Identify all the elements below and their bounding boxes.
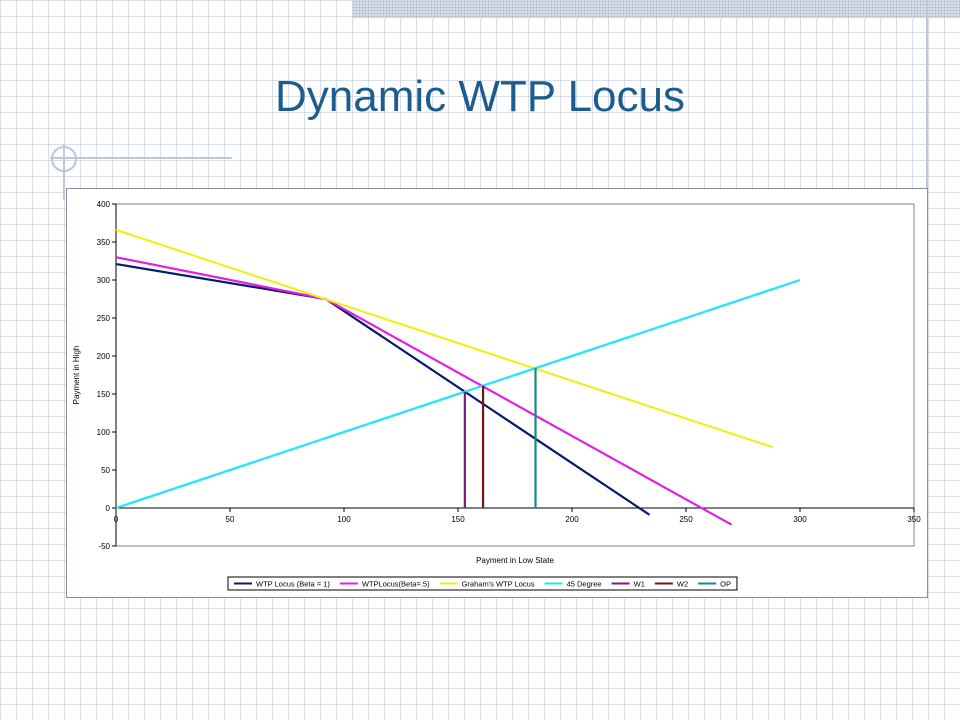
x-tick-label: 0 — [114, 515, 119, 524]
y-tick-label: 200 — [97, 352, 111, 361]
slide-title: Dynamic WTP Locus — [275, 72, 685, 121]
legend-label-w2: W2 — [677, 580, 688, 589]
x-tick-label: 300 — [793, 515, 807, 524]
legend-label-w1: W1 — [634, 580, 645, 589]
wtp-chart: 0 50 100 150 200 250 300 350 -50 0 50 100 150 200 250 3… — [72, 200, 921, 591]
y-tick-label: 150 — [97, 390, 111, 399]
x-tick-label: 350 — [907, 515, 921, 524]
x-tick-label: 250 — [679, 515, 693, 524]
legend: WTP Locus (Beta = 1) WTPLocus(Beta=.5) Gra… — [227, 576, 738, 591]
y-tick-label: 50 — [101, 466, 110, 475]
y-tick-label: 0 — [106, 504, 111, 513]
y-tick-label: -50 — [98, 542, 110, 551]
decor-title-rule — [50, 157, 232, 159]
x-tick-label: 50 — [226, 515, 235, 524]
corner-pattern — [352, 0, 960, 18]
x-axis-label: Payment in Low State — [476, 556, 554, 565]
legend-label-op: OP — [720, 580, 731, 589]
x-tick-label: 100 — [337, 515, 351, 524]
chart-frame: 0 50 100 150 200 250 300 350 -50 0 50 100 150 200 250 3… — [66, 188, 928, 598]
legend-label-wtplocus-beta-5: WTPLocus(Beta=.5) — [362, 580, 430, 589]
y-tick-label: 400 — [97, 200, 111, 209]
legend-label-graham-s-wtp-locus: Graham's WTP Locus — [462, 580, 535, 589]
x-tick-label: 150 — [451, 515, 465, 524]
x-tick-label: 200 — [565, 515, 579, 524]
legend-label-45-degree: 45 Degree — [567, 580, 602, 589]
y-tick-label: 300 — [97, 276, 111, 285]
legend-label-wtp-locus-beta-1: WTP Locus (Beta = 1) — [256, 580, 330, 589]
y-tick-label: 100 — [97, 428, 111, 437]
decor-circle — [51, 146, 77, 172]
y-axis-label: Payment in High — [72, 346, 81, 405]
y-tick-label: 250 — [97, 314, 111, 323]
y-tick-label: 350 — [97, 238, 111, 247]
